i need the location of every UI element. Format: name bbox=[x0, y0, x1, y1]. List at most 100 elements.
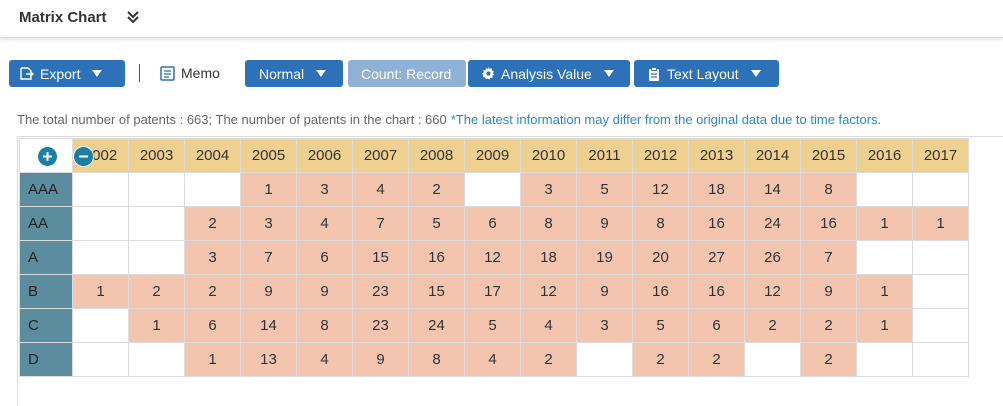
matrix-cell[interactable]: 9 bbox=[240, 274, 297, 309]
matrix-cell[interactable]: 2 bbox=[632, 342, 689, 377]
matrix-cell[interactable]: 3 bbox=[296, 172, 353, 207]
toolbar-divider bbox=[139, 64, 140, 82]
title-bar: Matrix Chart bbox=[0, 0, 1003, 38]
matrix-cell[interactable]: 2 bbox=[800, 308, 857, 343]
matrix-cell[interactable]: 1 bbox=[856, 308, 913, 343]
matrix-cell[interactable]: 23 bbox=[352, 308, 409, 343]
matrix-cell[interactable]: 6 bbox=[184, 308, 241, 343]
year-header: 2007 bbox=[352, 138, 409, 173]
memo-button[interactable]: Memo bbox=[160, 65, 220, 81]
normal-dropdown[interactable]: Normal bbox=[245, 60, 343, 87]
matrix-cell[interactable]: 5 bbox=[464, 308, 521, 343]
matrix-cell[interactable]: 12 bbox=[632, 172, 689, 207]
matrix-cell[interactable]: 5 bbox=[632, 308, 689, 343]
matrix-cell[interactable]: 16 bbox=[800, 206, 857, 241]
matrix-cell[interactable]: 8 bbox=[632, 206, 689, 241]
matrix-cell[interactable]: 6 bbox=[688, 308, 745, 343]
matrix-cell[interactable]: 4 bbox=[520, 308, 577, 343]
analysis-value-dropdown[interactable]: Analysis Value bbox=[468, 60, 630, 87]
matrix-row: B 1 2 2 9 9 23 15 17 12 9 16 16 12 9 1 bbox=[19, 274, 969, 309]
matrix-cell[interactable]: 3 bbox=[240, 206, 297, 241]
matrix-cell[interactable]: 24 bbox=[744, 206, 801, 241]
matrix-cell[interactable]: 2 bbox=[128, 274, 185, 309]
matrix-cell[interactable]: 2 bbox=[520, 342, 577, 377]
matrix-cell[interactable]: 7 bbox=[800, 240, 857, 275]
matrix-cell[interactable]: 8 bbox=[800, 172, 857, 207]
minus-circle-icon[interactable] bbox=[73, 146, 94, 167]
matrix-cell[interactable]: 9 bbox=[296, 274, 353, 309]
matrix-cell[interactable]: 4 bbox=[296, 342, 353, 377]
page-title: Matrix Chart bbox=[19, 9, 107, 26]
double-chevron-down-icon[interactable] bbox=[126, 10, 140, 29]
matrix-cell[interactable]: 12 bbox=[520, 274, 577, 309]
matrix-cell[interactable]: 1 bbox=[128, 308, 185, 343]
matrix-cell[interactable]: 1 bbox=[184, 342, 241, 377]
export-button[interactable]: Export bbox=[9, 60, 125, 87]
matrix-cell[interactable]: 7 bbox=[240, 240, 297, 275]
matrix-cell[interactable]: 12 bbox=[744, 274, 801, 309]
matrix-cell[interactable]: 5 bbox=[408, 206, 465, 241]
matrix-cell[interactable]: 16 bbox=[688, 274, 745, 309]
matrix-cell[interactable]: 13 bbox=[240, 342, 297, 377]
count-record-button[interactable]: Count: Record bbox=[348, 60, 466, 87]
matrix-cell bbox=[744, 342, 801, 377]
matrix-cell[interactable]: 3 bbox=[576, 308, 633, 343]
matrix-cell[interactable]: 2 bbox=[184, 274, 241, 309]
year-header: 2014 bbox=[744, 138, 801, 173]
year-header-row: 2002 2003 2004 2005 2006 2007 2008 2009 2010 2011… bbox=[19, 138, 969, 173]
matrix-cell[interactable]: 9 bbox=[352, 342, 409, 377]
normal-label: Normal bbox=[259, 65, 305, 82]
matrix-cell[interactable]: 2 bbox=[800, 342, 857, 377]
matrix-cell[interactable]: 17 bbox=[464, 274, 521, 309]
text-layout-dropdown[interactable]: Text Layout bbox=[634, 60, 779, 87]
matrix-cell bbox=[128, 206, 185, 241]
matrix-cell[interactable]: 16 bbox=[688, 206, 745, 241]
matrix-cell[interactable]: 5 bbox=[576, 172, 633, 207]
matrix-cell[interactable]: 6 bbox=[464, 206, 521, 241]
matrix-cell[interactable]: 8 bbox=[296, 308, 353, 343]
matrix-cell[interactable]: 2 bbox=[408, 172, 465, 207]
matrix-cell[interactable]: 4 bbox=[296, 206, 353, 241]
matrix-cell[interactable]: 6 bbox=[296, 240, 353, 275]
matrix-cell[interactable]: 18 bbox=[520, 240, 577, 275]
matrix-cell[interactable]: 18 bbox=[688, 172, 745, 207]
matrix-cell[interactable]: 16 bbox=[408, 240, 465, 275]
matrix-cell[interactable]: 4 bbox=[352, 172, 409, 207]
matrix-cell[interactable]: 8 bbox=[408, 342, 465, 377]
plus-circle-icon[interactable] bbox=[38, 147, 57, 166]
matrix-cell[interactable]: 26 bbox=[744, 240, 801, 275]
matrix-cell[interactable]: 16 bbox=[632, 274, 689, 309]
matrix-cell[interactable]: 1 bbox=[856, 206, 913, 241]
matrix-cell[interactable]: 2 bbox=[184, 206, 241, 241]
matrix-cell[interactable]: 4 bbox=[464, 342, 521, 377]
matrix-cell[interactable]: 27 bbox=[688, 240, 745, 275]
matrix-cell[interactable]: 1 bbox=[856, 274, 913, 309]
row-label: C bbox=[19, 308, 73, 343]
matrix-cell[interactable]: 9 bbox=[576, 274, 633, 309]
matrix-cell[interactable]: 15 bbox=[408, 274, 465, 309]
matrix-cell[interactable]: 9 bbox=[576, 206, 633, 241]
matrix-cell[interactable]: 24 bbox=[408, 308, 465, 343]
matrix-cell[interactable]: 1 bbox=[912, 206, 969, 241]
matrix-cell[interactable]: 19 bbox=[576, 240, 633, 275]
matrix-row: A 3 7 6 15 16 12 18 19 20 27 26 7 bbox=[19, 240, 969, 275]
matrix-cell[interactable]: 20 bbox=[632, 240, 689, 275]
matrix-cell[interactable]: 14 bbox=[240, 308, 297, 343]
matrix-cell bbox=[128, 342, 185, 377]
matrix-cell[interactable]: 3 bbox=[520, 172, 577, 207]
matrix-cell[interactable]: 15 bbox=[352, 240, 409, 275]
matrix-cell[interactable]: 12 bbox=[464, 240, 521, 275]
matrix-cell[interactable]: 7 bbox=[352, 206, 409, 241]
matrix-cell[interactable]: 14 bbox=[744, 172, 801, 207]
matrix-cell[interactable]: 8 bbox=[520, 206, 577, 241]
matrix-cell[interactable]: 1 bbox=[240, 172, 297, 207]
corner-cell bbox=[19, 138, 73, 173]
matrix-cell[interactable]: 23 bbox=[352, 274, 409, 309]
matrix-cell[interactable]: 2 bbox=[744, 308, 801, 343]
matrix-cell[interactable]: 9 bbox=[800, 274, 857, 309]
gear-icon bbox=[482, 67, 495, 80]
matrix-cell bbox=[72, 240, 129, 275]
matrix-cell[interactable]: 3 bbox=[184, 240, 241, 275]
matrix-cell[interactable]: 2 bbox=[688, 342, 745, 377]
matrix-cell[interactable]: 1 bbox=[72, 274, 129, 309]
